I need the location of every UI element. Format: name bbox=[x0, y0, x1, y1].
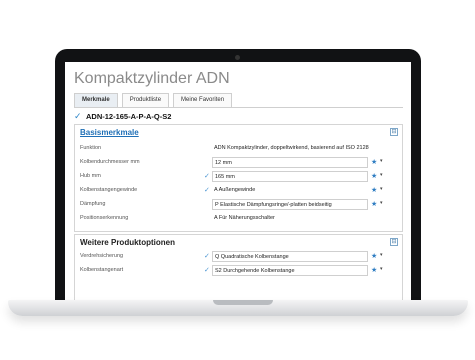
chevron-down-icon[interactable]: ▾ bbox=[380, 158, 383, 164]
check-icon: ✓ bbox=[204, 187, 210, 194]
attribute-value: 165 mm bbox=[215, 174, 235, 180]
attribute-row-kolbenstangenart: Kolbenstangenart ✓ S2 Durchgehende Kolbe… bbox=[80, 265, 397, 277]
attribute-row-funktion: Funktion ADN Kompaktzylinder, doppeltwir… bbox=[80, 143, 397, 155]
tab-bar: Merkmale Produktliste Meine Favoriten bbox=[74, 93, 233, 108]
chevron-down-icon[interactable]: ▾ bbox=[380, 172, 383, 178]
laptop-bezel: Kompaktzylinder ADN Merkmale Produktlist… bbox=[55, 49, 421, 304]
attribute-label: Funktion bbox=[80, 145, 102, 151]
chevron-down-icon[interactable]: ▾ bbox=[380, 186, 383, 192]
laptop-screen: Kompaktzylinder ADN Merkmale Produktlist… bbox=[65, 62, 411, 304]
star-icon[interactable]: ★ bbox=[371, 172, 377, 180]
camera-dot bbox=[235, 55, 240, 60]
star-icon[interactable]: ★ bbox=[371, 266, 377, 274]
product-code: ADN-12-165-A-P-A-Q-S2 bbox=[86, 111, 172, 121]
section-title-basismerkmale[interactable]: Basismerkmale bbox=[80, 128, 139, 137]
kolbenstangenart-select[interactable]: S2 Durchgehende Kolbenstange bbox=[212, 265, 368, 276]
attribute-row-positionserkennung: Positionserkennung A Für Näherungsschalt… bbox=[80, 213, 397, 225]
attribute-value: 12 mm bbox=[215, 160, 232, 166]
laptop-base bbox=[8, 300, 468, 316]
attribute-label: Kolbendurchmesser mm bbox=[80, 159, 140, 165]
chevron-down-icon[interactable]: ▾ bbox=[380, 252, 383, 258]
daempfung-select[interactable]: P Elastische Dämpfungsringe/-platten bei… bbox=[212, 199, 368, 210]
attribute-row-kolbendurchmesser: Kolbendurchmesser mm 12 mm ★ ▾ bbox=[80, 157, 397, 169]
tab-merkmale[interactable]: Merkmale bbox=[74, 93, 118, 108]
check-icon: ✓ bbox=[204, 253, 210, 260]
star-icon[interactable]: ★ bbox=[371, 200, 377, 208]
star-icon[interactable]: ★ bbox=[371, 158, 377, 166]
attribute-value: S2 Durchgehende Kolbenstange bbox=[215, 268, 295, 274]
basismerkmale-panel: Basismerkmale ⊟ Funktion ADN Kompaktzyli… bbox=[74, 124, 403, 232]
section-title-weitere-produktoptionen: Weitere Produktoptionen bbox=[80, 238, 175, 247]
check-icon: ✓ bbox=[74, 110, 82, 121]
attribute-label: Kolbenstangenart bbox=[80, 267, 124, 273]
collapse-icon[interactable]: ⊟ bbox=[390, 128, 398, 136]
check-icon: ✓ bbox=[204, 173, 210, 180]
tab-meine-favoriten[interactable]: Meine Favoriten bbox=[173, 93, 233, 108]
collapse-icon[interactable]: ⊟ bbox=[390, 238, 398, 246]
attribute-row-hub: Hub mm ✓ 165 mm ★ ▾ bbox=[80, 171, 397, 183]
weitere-produktoptionen-panel: Weitere Produktoptionen ⊟ Verdrehsicheru… bbox=[74, 234, 403, 304]
kolbendurchmesser-select[interactable]: 12 mm bbox=[212, 157, 368, 168]
attribute-row-kolbenstangengewinde: Kolbenstangengewinde ✓ A Außengewinde ★ … bbox=[80, 185, 397, 197]
hub-select[interactable]: 165 mm bbox=[212, 171, 368, 182]
chevron-down-icon[interactable]: ▾ bbox=[380, 266, 383, 272]
chevron-down-icon[interactable]: ▾ bbox=[380, 200, 383, 206]
attribute-row-daempfung: Dämpfung P Elastische Dämpfungsringe/-pl… bbox=[80, 199, 397, 211]
attribute-value: A Für Näherungsschalter bbox=[214, 215, 275, 221]
attribute-value: ADN Kompaktzylinder, doppeltwirkend, bas… bbox=[214, 145, 369, 151]
attribute-label: Kolbenstangengewinde bbox=[80, 187, 138, 193]
tab-produktliste[interactable]: Produktliste bbox=[121, 93, 170, 108]
laptop-notch bbox=[213, 300, 273, 305]
attribute-label: Verdrehsicherung bbox=[80, 253, 124, 259]
attribute-label: Positionserkennung bbox=[80, 215, 129, 221]
tab-divider bbox=[74, 107, 403, 108]
star-icon[interactable]: ★ bbox=[371, 186, 377, 194]
attribute-label: Hub mm bbox=[80, 173, 101, 179]
star-icon[interactable]: ★ bbox=[371, 252, 377, 260]
attribute-value: Q Quadratische Kolbenstange bbox=[215, 254, 289, 260]
attribute-value: P Elastische Dämpfungsringe/-platten bei… bbox=[215, 202, 332, 208]
check-icon: ✓ bbox=[204, 267, 210, 274]
attribute-label: Dämpfung bbox=[80, 201, 106, 207]
attribute-row-verdrehsicherung: Verdrehsicherung ✓ Q Quadratische Kolben… bbox=[80, 251, 397, 263]
verdrehsicherung-select[interactable]: Q Quadratische Kolbenstange bbox=[212, 251, 368, 262]
product-code-row: ✓ ADN-12-165-A-P-A-Q-S2 bbox=[74, 110, 403, 122]
page-title: Kompaktzylinder ADN bbox=[74, 70, 230, 87]
attribute-value: A Außengewinde bbox=[214, 187, 256, 193]
